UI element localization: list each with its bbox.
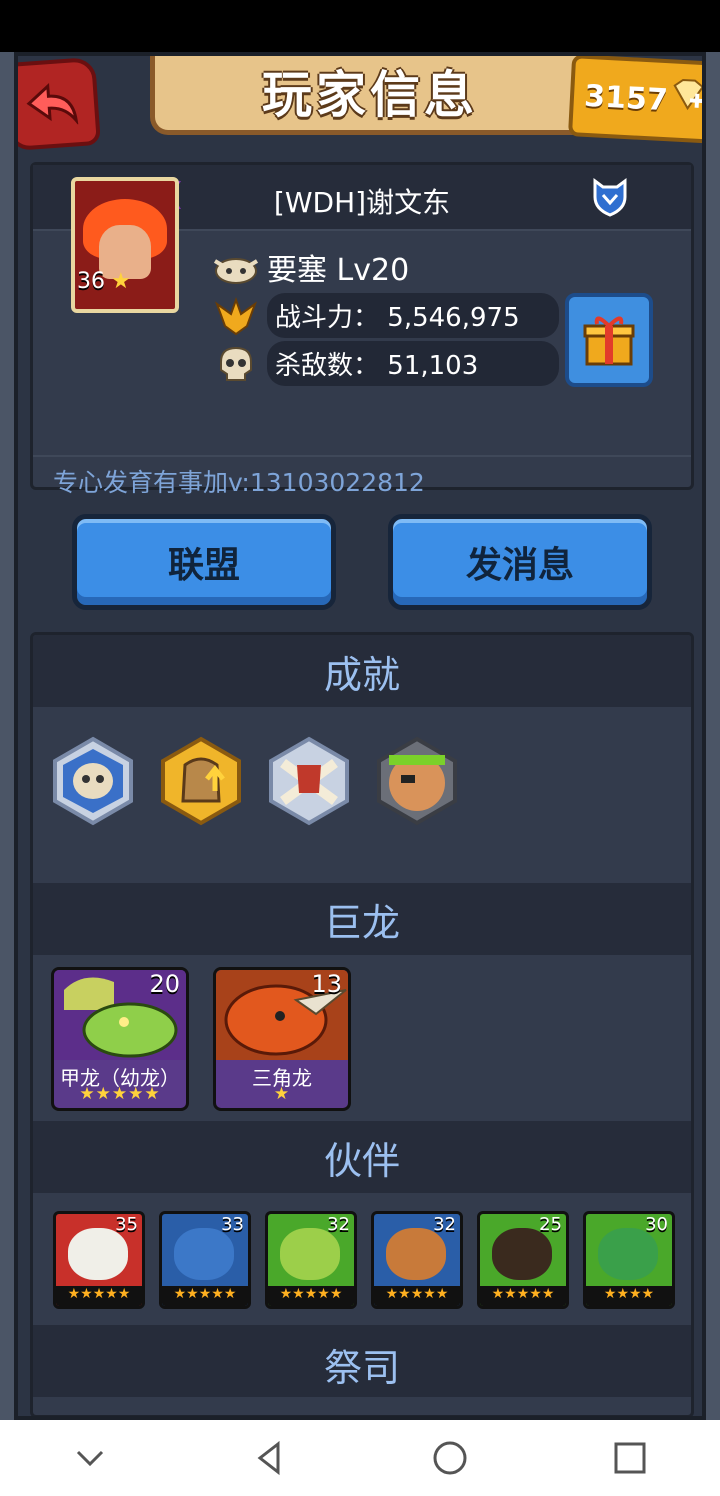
system-nav-bar <box>0 1420 720 1496</box>
game-screen: 玩家信息 3157 ★★ [WDH]谢文东 36 ★ <box>0 52 720 1420</box>
achievements-header: 成就 <box>33 635 691 707</box>
back-arrow-icon <box>26 83 79 126</box>
partner-level: 32 <box>433 1214 456 1235</box>
power-row: 战斗力： 5,546,975 <box>213 293 559 338</box>
partners-header: 伙伴 <box>33 1121 691 1193</box>
achievement-warrior-badge-icon[interactable] <box>371 735 463 827</box>
dragon-level: 13 <box>311 970 342 998</box>
partner-level: 33 <box>221 1214 244 1235</box>
nav-recents-icon[interactable] <box>610 1438 650 1478</box>
profile-details-panel: 成就 巨龙 20 甲龙（幼龙） ★★★★★ 13 三角龙 ★ 伙伴 35 ★★★… <box>30 632 694 1418</box>
player-signature: 专心发育有事加v:13103022812 <box>53 468 425 497</box>
dragon-stars: ★ <box>273 1084 291 1104</box>
partner-level: 25 <box>539 1214 562 1235</box>
partner-level: 30 <box>645 1214 668 1235</box>
kills-skull-icon <box>220 346 252 381</box>
fortress-row: 要塞 Lv20 <box>213 245 409 289</box>
partner-stars: ★★★★★ <box>374 1286 460 1306</box>
partner-card[interactable]: 33 ★★★★★ <box>159 1211 251 1309</box>
alliance-button[interactable]: 联盟 <box>72 514 336 610</box>
dragon-level: 20 <box>149 970 180 998</box>
power-pill: 战斗力： 5,546,975 <box>267 293 559 338</box>
back-button[interactable] <box>3 56 101 152</box>
kills-row: 杀敌数： 51,103 <box>213 341 559 386</box>
kills-pill: 杀敌数： 51,103 <box>267 341 559 386</box>
clan-shield-icon[interactable] <box>589 175 631 217</box>
avatar-star: ★ <box>111 269 131 294</box>
player-info-card: ★★ [WDH]谢文东 36 ★ 要塞 Lv20 <box>30 162 694 497</box>
gem-add-icon <box>673 78 705 111</box>
gem-count: 3157 <box>583 78 669 118</box>
power-label: 战斗力： <box>275 303 380 333</box>
warrior-portrait-icon <box>386 1228 446 1280</box>
partner-card[interactable]: 30 ★★★★ <box>583 1211 675 1309</box>
card-divider <box>33 455 691 457</box>
crocodile-portrait-icon <box>598 1228 658 1280</box>
fortress-level: 要塞 Lv20 <box>267 253 410 288</box>
dragon-card-ankylosaur[interactable]: 20 甲龙（幼龙） ★★★★★ <box>51 967 189 1111</box>
partner-stars: ★★★★★ <box>162 1286 248 1306</box>
lizard-portrait-icon <box>280 1228 340 1280</box>
kills-label: 杀敌数： <box>275 351 380 381</box>
partner-card[interactable]: 35 ★★★★★ <box>53 1211 145 1309</box>
gift-icon <box>583 316 635 366</box>
gift-button[interactable] <box>565 293 653 387</box>
partner-stars: ★★★★★ <box>480 1286 566 1306</box>
send-message-button[interactable]: 发消息 <box>388 514 652 610</box>
priests-header-partial: 祭司 <box>33 1325 691 1397</box>
partner-stars: ★★★★★ <box>56 1286 142 1306</box>
partner-card[interactable]: 32 ★★★★★ <box>265 1211 357 1309</box>
gem-counter[interactable]: 3157 <box>567 54 720 144</box>
dragon-card-triceratops[interactable]: 13 三角龙 ★ <box>213 967 351 1111</box>
title-banner: 玩家信息 <box>150 52 590 135</box>
partner-level: 35 <box>115 1214 138 1235</box>
partner-stars: ★★★★★ <box>268 1286 354 1306</box>
partner-level: 32 <box>327 1214 350 1235</box>
partner-stars: ★★★★ <box>586 1286 672 1306</box>
power-eagle-icon <box>214 296 258 335</box>
achievement-resource-badge-icon[interactable] <box>155 735 247 827</box>
shark-portrait-icon <box>174 1228 234 1280</box>
nav-collapse-icon[interactable] <box>70 1438 110 1478</box>
dragon-stars: ★★★★★ <box>79 1084 161 1104</box>
nav-back-icon[interactable] <box>250 1438 290 1478</box>
achievement-bone-badge-icon[interactable] <box>263 735 355 827</box>
dragons-header: 巨龙 <box>33 883 691 955</box>
power-value: 5,546,975 <box>387 303 520 333</box>
panda-portrait-icon <box>68 1228 128 1280</box>
avatar-level: 36 <box>77 269 105 294</box>
kills-value: 51,103 <box>387 351 479 381</box>
nav-home-icon[interactable] <box>430 1438 470 1478</box>
achievement-skull-badge-icon[interactable] <box>47 735 139 827</box>
partner-card[interactable]: 32 ★★★★★ <box>371 1211 463 1309</box>
page-title: 玩家信息 <box>262 66 478 124</box>
fortress-skull-icon <box>213 258 259 284</box>
partner-card[interactable]: 25 ★★★★★ <box>477 1211 569 1309</box>
huntress-portrait-icon <box>492 1228 552 1280</box>
